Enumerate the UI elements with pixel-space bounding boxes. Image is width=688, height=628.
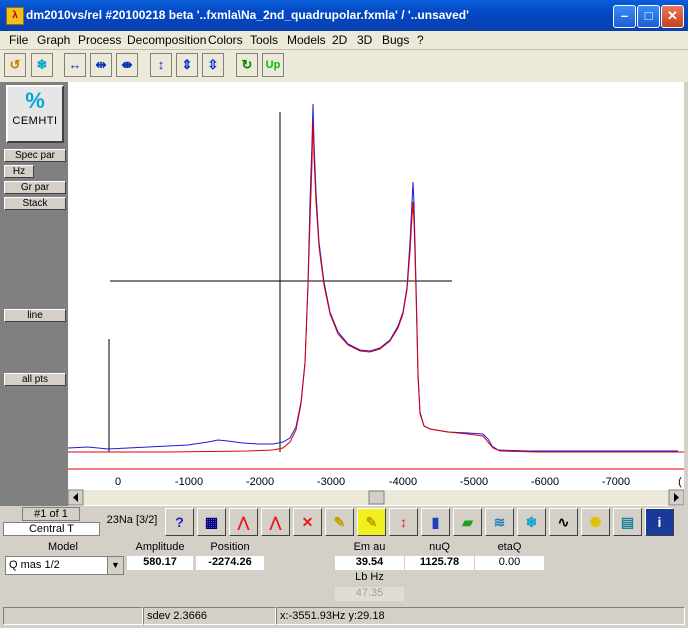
tick-label: ( [678, 476, 682, 488]
menu-file[interactable]: File [9, 33, 28, 47]
tick-label: -4000 [389, 476, 417, 488]
tick-label: -6000 [531, 476, 559, 488]
em-value[interactable]: 39.54 [335, 556, 404, 570]
tick-label: -1000 [175, 476, 203, 488]
toolbar: ↺ ❄ ↔ ⇹ ⇼ ↕ ⇕ ⇳ ↻ Up [0, 50, 688, 82]
position-value[interactable]: -2274.26 [196, 556, 264, 570]
spectrum-lines-icon[interactable]: ≋ [485, 508, 514, 536]
window-title: dm2010vs/rel #20100218 beta '..fxmla\Na_… [26, 8, 469, 22]
menu-graph[interactable]: Graph [37, 33, 70, 47]
redo-icon[interactable]: ↻ [236, 53, 258, 77]
spectrum-plot[interactable]: 0 -1000 -2000 -3000 -4000 -5000 -6000 -7… [67, 82, 685, 506]
lb-header: Lb Hz [335, 571, 404, 585]
notepad-icon[interactable]: ▤ [613, 508, 642, 536]
chevron-down-icon[interactable]: ▼ [107, 557, 123, 574]
minimize-button[interactable]: – [613, 5, 636, 28]
amplitude-value[interactable]: 580.17 [127, 556, 193, 570]
expand-vertical-icon[interactable]: ↕ [150, 53, 172, 77]
menu-3d[interactable]: 3D [357, 33, 372, 47]
nuq-header: nuQ [405, 541, 474, 555]
undo-icon[interactable]: ↺ [4, 53, 26, 77]
experimental-spectrum [67, 103, 678, 452]
table-icon[interactable]: ▦ [197, 508, 226, 536]
spec-par-button[interactable]: Spec par [4, 149, 66, 162]
tick-label: -5000 [460, 476, 488, 488]
status-bar: sdev 2.3666 x:-3551.93Hz y:29.18 [0, 605, 688, 628]
menu-2d[interactable]: 2D [332, 33, 347, 47]
up-button[interactable]: Up [262, 53, 284, 77]
tick-label: -7000 [602, 476, 630, 488]
menu-help[interactable]: ? [417, 33, 424, 47]
model-value: Q mas 1/2 [9, 559, 60, 571]
menu-colors[interactable]: Colors [208, 33, 243, 47]
position-header: Position [196, 541, 264, 555]
logo-label: CEMHTI [12, 115, 58, 127]
maximize-button[interactable]: □ [637, 5, 660, 28]
cemhti-logo-button[interactable]: % CEMHTI [6, 85, 64, 143]
compress-horizontal-icon[interactable]: ⇼ [116, 53, 138, 77]
amplitude-header: Amplitude [127, 541, 193, 555]
position-marker-icon[interactable]: ↕ [389, 508, 418, 536]
lightbulb-icon[interactable]: ✺ [581, 508, 610, 536]
left-panel [0, 82, 68, 506]
close-button[interactable]: ✕ [661, 5, 684, 28]
menu-bar: File Graph Process Decomposition Colors … [0, 31, 688, 50]
line-index-label: #1 of 1 [22, 507, 80, 521]
gr-par-button[interactable]: Gr par [4, 181, 66, 194]
double-peak-icon[interactable]: ⋀ [261, 508, 290, 536]
etaq-value[interactable]: 0.00 [475, 556, 544, 570]
menu-tools[interactable]: Tools [250, 33, 278, 47]
help-icon[interactable]: ? [165, 508, 194, 536]
ruler-icon[interactable]: ▰ [453, 508, 482, 536]
shift-horizontal-icon[interactable]: ⇹ [90, 53, 112, 77]
stack-button[interactable]: Stack [4, 197, 66, 210]
pencil-icon[interactable]: ✎ [325, 508, 354, 536]
menu-decomposition[interactable]: Decomposition [127, 33, 206, 47]
snowflake-icon[interactable]: ❄ [31, 53, 53, 77]
x-axis: 0 -1000 -2000 -3000 -4000 -5000 -6000 -7… [115, 476, 682, 488]
model-select[interactable]: Q mas 1/2 ▼ [5, 556, 124, 575]
lb-value: 47.35 [335, 587, 404, 601]
fitted-spectrum [68, 119, 684, 453]
histogram-icon[interactable]: ▮ [421, 508, 450, 536]
status-sdev: sdev 2.3666 [143, 607, 276, 625]
scroll-thumb[interactable] [368, 490, 385, 505]
tick-label: -3000 [317, 476, 345, 488]
central-transition-label: Central T [3, 522, 100, 536]
menu-models[interactable]: Models [287, 33, 326, 47]
tick-label: -2000 [246, 476, 274, 488]
shift-vertical-icon[interactable]: ⇕ [176, 53, 198, 77]
hz-button[interactable]: Hz [4, 165, 34, 178]
status-panel-empty [3, 607, 143, 625]
menu-process[interactable]: Process [78, 33, 121, 47]
nucleus-label: 23Na [3/2] [104, 514, 160, 530]
spectrum-svg: 0 -1000 -2000 -3000 -4000 -5000 -6000 -7… [67, 103, 685, 506]
nuq-value[interactable]: 1125.78 [405, 556, 474, 570]
compress-vertical-icon[interactable]: ⇳ [202, 53, 224, 77]
model-header: Model [3, 541, 123, 555]
title-bar: λ dm2010vs/rel #20100218 beta '..fxmla\N… [0, 0, 688, 31]
percent-icon: % [25, 88, 45, 113]
crossed-peak-icon[interactable]: ✕ [293, 508, 322, 536]
highlight-icon[interactable]: ✎ [357, 508, 386, 536]
em-header: Em au [335, 541, 404, 555]
etaq-header: etaQ [475, 541, 544, 555]
snowflake-fit-icon[interactable]: ❄ [517, 508, 546, 536]
info-icon[interactable]: i [645, 508, 674, 536]
status-coords: x:-3551.93Hz y:29.18 [276, 607, 685, 625]
sigma-icon[interactable]: ∿ [549, 508, 578, 536]
menu-bugs[interactable]: Bugs [382, 33, 409, 47]
line-button[interactable]: line [4, 309, 66, 322]
app-icon: λ [6, 7, 24, 25]
tick-label: 0 [115, 476, 121, 488]
all-pts-button[interactable]: all pts [4, 373, 66, 386]
expand-horizontal-icon[interactable]: ↔ [64, 53, 86, 77]
single-peak-icon[interactable]: ⋀ [229, 508, 258, 536]
